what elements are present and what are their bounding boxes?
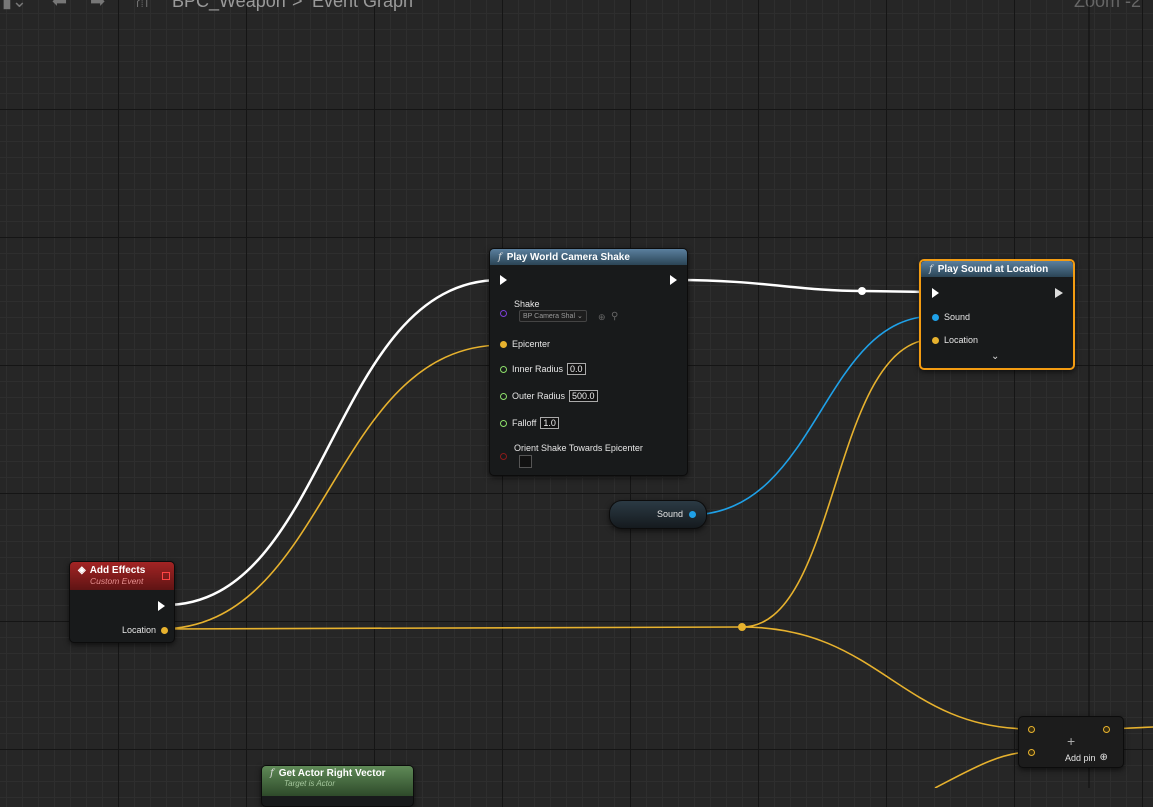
function-icon: f xyxy=(498,251,502,263)
exec-out-pin[interactable] xyxy=(158,601,165,611)
add-pin-button[interactable]: Add pin ⊕ xyxy=(1065,752,1108,763)
orient-shake-checkbox[interactable] xyxy=(519,455,532,468)
add-effects-event-node[interactable]: ◈ Add Effects Custom Event Location xyxy=(69,561,175,643)
epicenter-label: Epicenter xyxy=(512,339,551,349)
camera-shake-title: Play World Camera Shake xyxy=(506,251,630,263)
add-pin-label: Add pin xyxy=(1065,752,1096,763)
browse-icon[interactable]: ⊕ xyxy=(598,312,606,323)
location-pin[interactable] xyxy=(932,336,939,344)
exec-out-pin[interactable] xyxy=(670,275,677,285)
outer-radius-pin[interactable] xyxy=(500,392,507,400)
falloff-pin[interactable] xyxy=(500,419,507,427)
location-wire-to-reroute xyxy=(159,626,743,630)
shake-class-pin[interactable] xyxy=(500,310,507,317)
play-world-camera-shake-node[interactable]: f Play World Camera Shake Shake BP Camer… xyxy=(489,248,688,476)
epicenter-pin[interactable] xyxy=(500,340,507,348)
falloff-input[interactable]: 1.0 xyxy=(540,417,559,429)
exec-out-pin[interactable] xyxy=(1055,288,1063,298)
sound-pin[interactable] xyxy=(932,313,939,321)
play-sound-at-location-node[interactable]: f Play Sound at Location Sound Location … xyxy=(919,259,1075,370)
exec-wire-shake-to-sound xyxy=(677,278,931,294)
location-wire-to-make-node xyxy=(741,626,1032,730)
play-sound-title: Play Sound at Location xyxy=(937,263,1049,275)
inner-radius-pin[interactable] xyxy=(500,365,507,373)
input-pin-0[interactable] xyxy=(1028,726,1035,733)
shake-class-value: BP Camera Shal xyxy=(523,313,576,320)
input-pin-1[interactable] xyxy=(1028,749,1035,756)
orient-shake-label: Orient Shake Towards Epicenter xyxy=(514,443,643,453)
outer-radius-label: Outer Radius xyxy=(512,391,566,401)
exec-in-pin[interactable] xyxy=(500,275,507,285)
add-pin-icon: ⊕ xyxy=(1099,752,1108,763)
outer-radius-input[interactable]: 500.0 xyxy=(569,390,598,402)
get-actor-right-vector-node[interactable]: f Get Actor Right Vector Target is Actor xyxy=(261,765,414,807)
sound-pin-label: Sound xyxy=(944,312,971,322)
output-pin[interactable] xyxy=(1103,726,1110,733)
sound-variable-label: Sound xyxy=(656,509,683,519)
add-effects-title: Add Effects xyxy=(89,565,146,576)
vector-wire-into-make-node xyxy=(934,751,1032,788)
search-icon[interactable]: ⚲ xyxy=(611,311,618,322)
function-icon: f xyxy=(929,263,933,275)
inner-radius-input[interactable]: 0.0 xyxy=(567,363,586,375)
falloff-label: Falloff xyxy=(512,418,537,428)
event-diamond-icon: ◈ xyxy=(78,565,86,576)
exec-wire-add-effects-to-shake xyxy=(164,278,501,607)
make-array-node[interactable]: + Add pin ⊕ xyxy=(1018,716,1124,768)
delegate-pin-icon[interactable] xyxy=(162,572,170,580)
location-wire-to-epicenter xyxy=(159,344,504,630)
location-out-pin[interactable] xyxy=(161,626,168,634)
shake-class-dropdown[interactable]: BP Camera Shal ⌄ xyxy=(519,310,587,322)
location-pin-label: Location xyxy=(944,335,979,345)
sound-out-pin[interactable] xyxy=(689,510,696,518)
plus-icon: + xyxy=(1067,733,1076,749)
sound-wire xyxy=(688,315,936,516)
shake-pin-label: Shake xyxy=(514,299,540,309)
location-pin-label: Location xyxy=(121,625,156,635)
exec-reroute-knot xyxy=(858,287,866,295)
function-icon: f xyxy=(270,768,274,779)
exec-in-pin[interactable] xyxy=(932,288,939,298)
get-right-vector-title: Get Actor Right Vector xyxy=(278,768,386,779)
inner-radius-label: Inner Radius xyxy=(512,364,564,374)
orient-shake-pin[interactable] xyxy=(500,453,507,460)
get-right-vector-subtitle: Target is Actor xyxy=(284,779,335,788)
expand-chevron-icon[interactable]: ⌄ xyxy=(991,351,999,362)
sound-variable-node[interactable]: Sound xyxy=(609,500,707,529)
